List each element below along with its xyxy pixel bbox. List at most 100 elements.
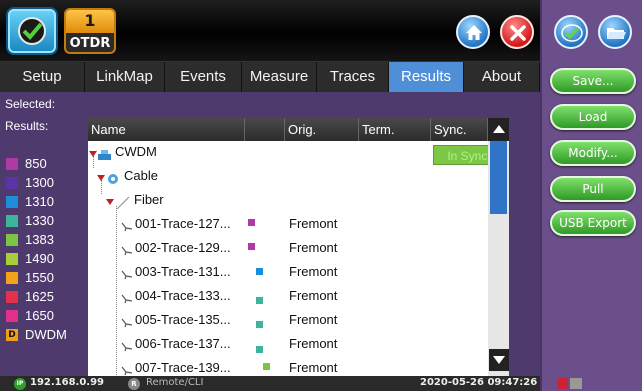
tree-node-label: CWDM [115, 144, 157, 159]
column-header-sync[interactable]: Sync. [431, 118, 488, 141]
module-label: OTDR [66, 33, 114, 52]
column-header-blank[interactable] [245, 118, 285, 141]
trace-icon [121, 366, 133, 376]
legend-label: 1490 [25, 251, 54, 266]
close-icon [510, 25, 526, 41]
legend-swatch [6, 215, 18, 227]
legend-label: DWDM [25, 327, 67, 342]
close-button[interactable] [500, 15, 534, 49]
trace-name: 002-Trace-129... [135, 240, 231, 255]
wavelength-marker [248, 219, 255, 226]
column-header-term[interactable]: Term. [359, 118, 431, 141]
expand-arrow-icon[interactable] [97, 175, 105, 181]
table-row[interactable]: 005-Trace-135... Fremont [88, 312, 488, 336]
open-folder-button[interactable] [598, 15, 632, 49]
otdr-app-icon[interactable] [6, 7, 58, 55]
tab-events[interactable]: Events [165, 62, 242, 92]
expand-arrow-icon[interactable] [89, 151, 97, 157]
trace-origin: Fremont [289, 288, 338, 303]
legend-label: 850 [25, 156, 47, 171]
legend-swatch [6, 177, 18, 189]
table-row[interactable]: 007-Trace-139... Fremont [88, 360, 488, 376]
checkmark-icon [561, 24, 583, 42]
trace-icon [121, 342, 133, 352]
table-row[interactable]: 004-Trace-133... Fremont [88, 288, 488, 312]
trace-origin: Fremont [289, 360, 338, 375]
trace-name: 001-Trace-127... [135, 216, 231, 231]
tab-results[interactable]: Results [389, 62, 464, 92]
right-panel-header [542, 0, 642, 62]
expand-arrow-icon[interactable] [106, 199, 114, 205]
remote-icon: R [128, 378, 140, 390]
save-button[interactable]: Save... [550, 68, 636, 94]
modify-button[interactable]: Modify... [550, 140, 636, 166]
legend-label: 1310 [25, 194, 54, 209]
table-row[interactable]: 002-Trace-129... Fremont [88, 240, 488, 264]
fiber-icon [116, 196, 130, 210]
tab-about[interactable]: About [464, 62, 540, 92]
column-header-orig[interactable]: Orig. [285, 118, 359, 141]
scrollbar-thumb[interactable] [490, 141, 507, 214]
wavelength-marker [256, 297, 263, 304]
trace-icon [121, 222, 133, 232]
tab-linkmap[interactable]: LinkMap [85, 62, 165, 92]
legend-label: 1550 [25, 270, 54, 285]
scroll-down-button[interactable] [489, 349, 509, 371]
trace-icon [121, 270, 133, 280]
trace-name: 005-Trace-135... [135, 312, 231, 327]
main-tabs: Setup LinkMap Events Measure Traces Resu… [0, 62, 540, 92]
legend-swatch [6, 291, 18, 303]
legend-swatch [6, 158, 18, 170]
tab-measure[interactable]: Measure [242, 62, 317, 92]
legend-swatch [6, 234, 18, 246]
trace-origin: Fremont [289, 216, 338, 231]
wavelength-marker [256, 268, 263, 275]
table-row[interactable]: 001-Trace-127... Fremont [88, 216, 488, 240]
trace-origin: Fremont [289, 240, 338, 255]
scroll-up-button[interactable] [488, 118, 509, 141]
status-bar: IP 192.168.0.99 R Remote/CLI 2020-05-26 … [0, 376, 540, 391]
table-header: Name Orig. Term. Sync. [88, 118, 509, 141]
trace-icon [121, 246, 133, 256]
legend-swatch [6, 253, 18, 265]
otdr-results-screen: 1 OTDR Setup LinkMap Events Measure Trac… [0, 0, 642, 391]
wavelength-marker [248, 243, 255, 250]
legend-swatch [6, 196, 18, 208]
legend-swatch [6, 272, 18, 284]
results-label: Results: [5, 119, 49, 133]
tree-node-cwdm[interactable]: CWDM [88, 144, 488, 168]
remote-status: Remote/CLI [146, 377, 204, 388]
legend-label: 1330 [25, 213, 54, 228]
home-button[interactable] [456, 15, 490, 49]
module-number: 1 [66, 10, 114, 33]
results-tree-table[interactable]: Name Orig. Term. Sync. CWDM In Sync. Cab… [88, 118, 509, 376]
table-row[interactable]: 006-Trace-137... Fremont [88, 336, 488, 360]
network-ip-icon: IP [14, 378, 26, 390]
trace-name: 007-Trace-139... [135, 360, 231, 375]
tree-node-fiber[interactable]: Fiber [88, 192, 488, 216]
tree-node-label: Cable [124, 168, 158, 183]
legend-label: 1383 [25, 232, 54, 247]
wavelength-marker [256, 321, 263, 328]
test-config-button[interactable] [554, 15, 588, 49]
tree-node-cable[interactable]: Cable [88, 168, 488, 192]
tab-setup[interactable]: Setup [0, 62, 85, 92]
wavelength-marker [263, 363, 270, 370]
right-action-panel: Save... Load Modify... Pull USB Export [540, 0, 642, 391]
legend-label: 1300 [25, 175, 54, 190]
tab-traces[interactable]: Traces [317, 62, 389, 92]
column-header-name[interactable]: Name [88, 118, 245, 141]
wavelength-marker [256, 346, 263, 353]
otdr-module-badge[interactable]: 1 OTDR [64, 8, 116, 54]
trace-origin: Fremont [289, 336, 338, 351]
trace-icon [121, 294, 133, 304]
table-row[interactable]: 003-Trace-131... Fremont [88, 264, 488, 288]
trace-name: 004-Trace-133... [135, 288, 231, 303]
legend-label: 1625 [25, 289, 54, 304]
cable-icon [108, 174, 118, 184]
date-time: 2020-05-26 09:47:26 [420, 377, 538, 388]
load-button[interactable]: Load [550, 104, 636, 130]
selected-label: Selected: [5, 97, 56, 111]
pull-button[interactable]: Pull [550, 176, 636, 202]
usb-export-button[interactable]: USB Export [550, 210, 636, 236]
